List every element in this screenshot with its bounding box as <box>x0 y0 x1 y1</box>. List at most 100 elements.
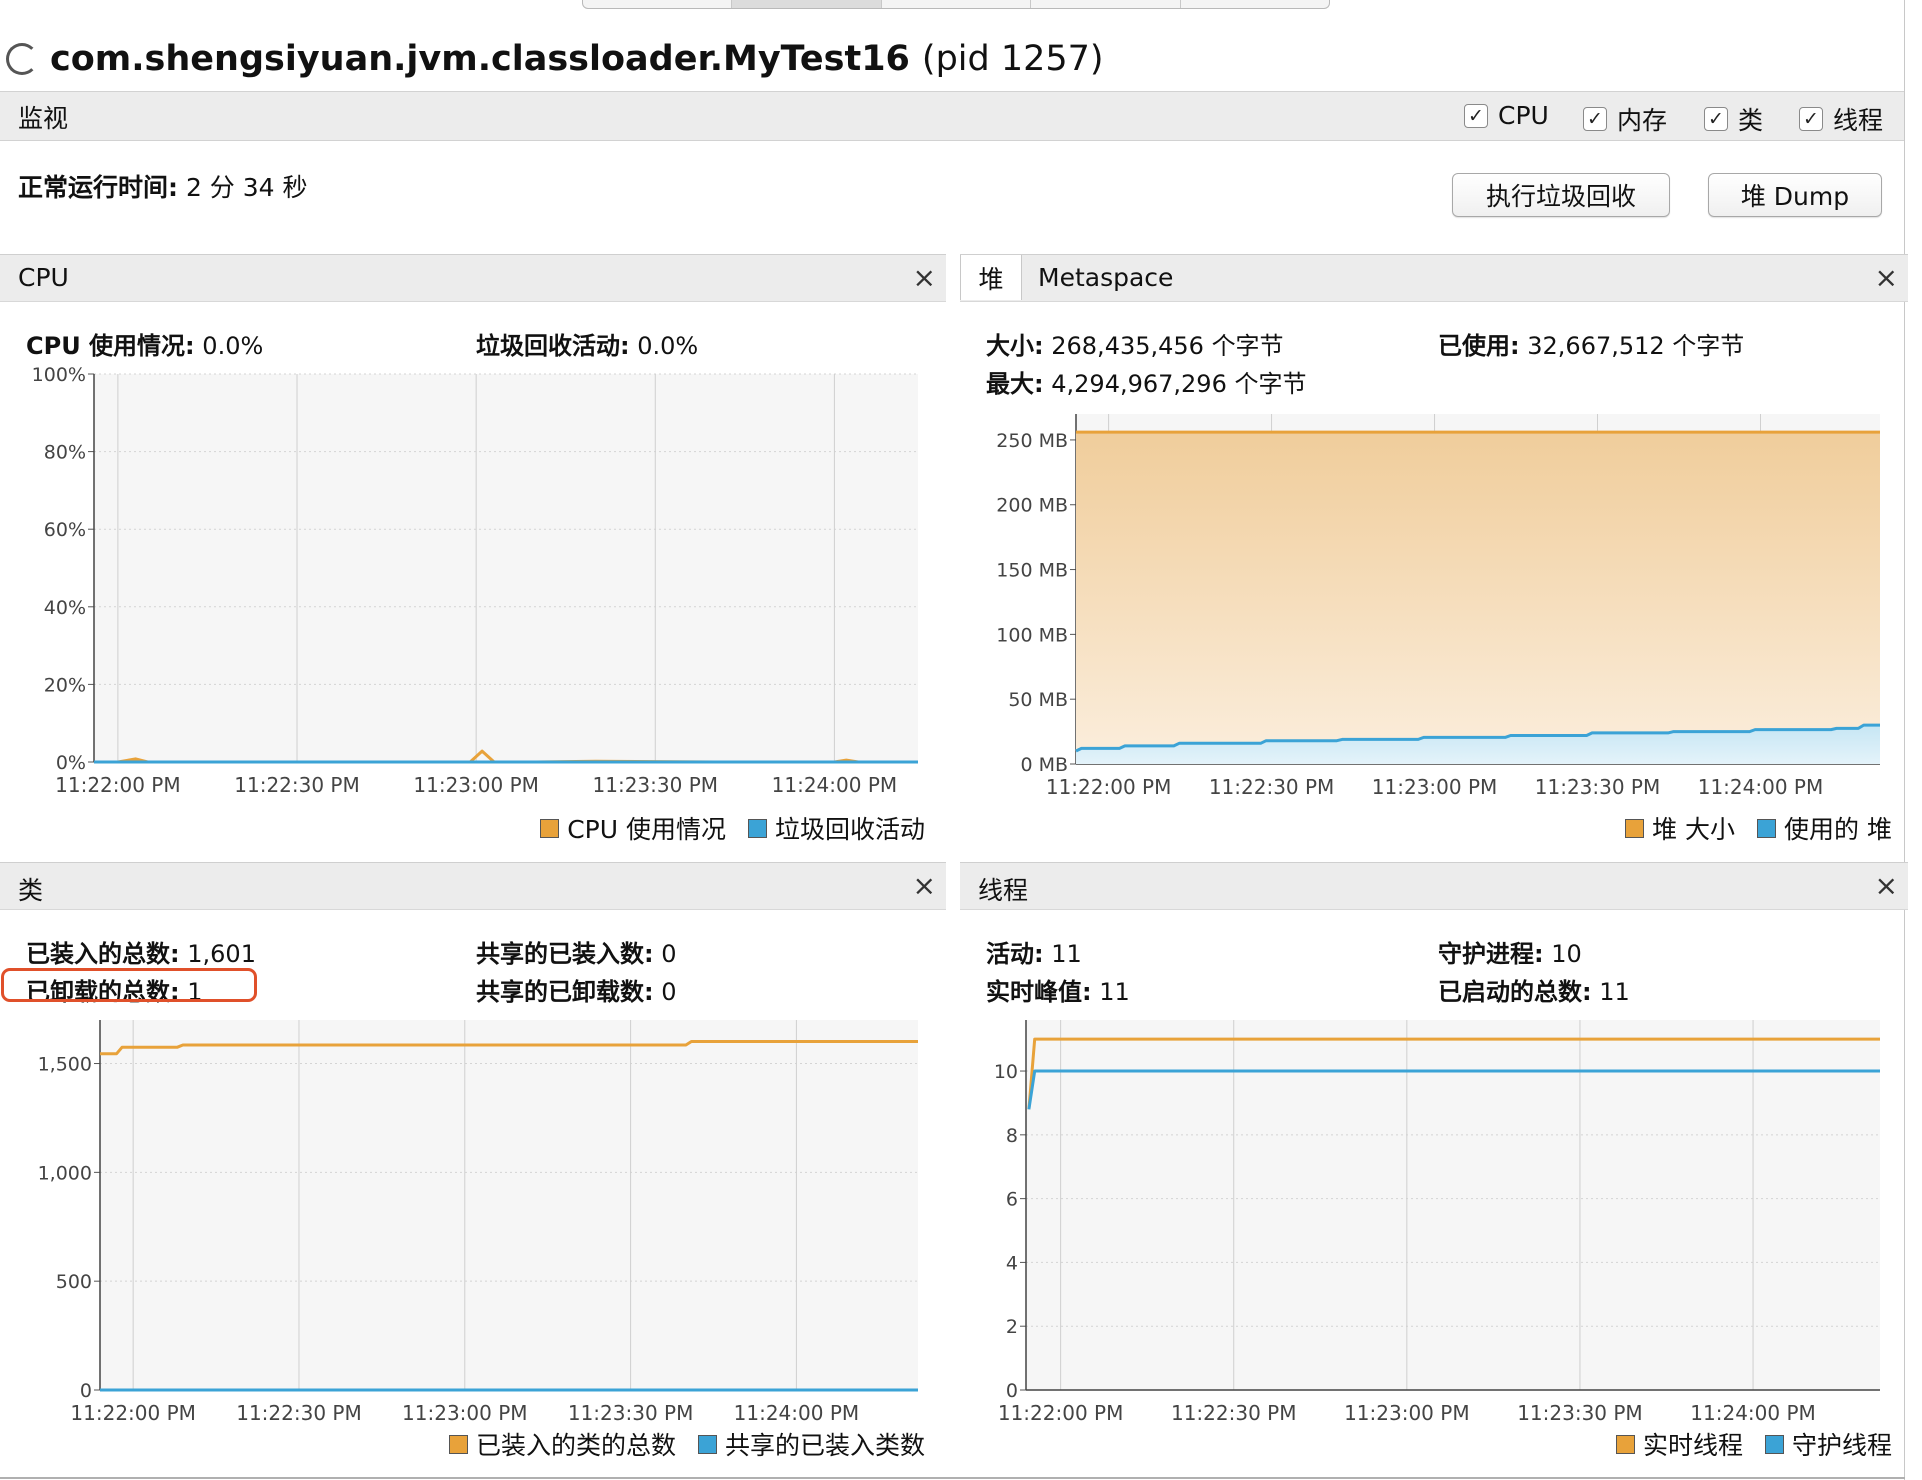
y-tick-label: 10 <box>994 1061 1018 1083</box>
loaded-total-value: 1,601 <box>187 940 256 968</box>
shared-unloaded-value: 0 <box>661 978 677 1006</box>
classes-chart: 0 500 1,000 1,500 11:22:00 PM 11:22:30 PM 11:2… <box>38 1020 918 1425</box>
x-tick-label: 11:24:00 PM <box>1690 1401 1816 1425</box>
y-tick-label: 80% <box>44 442 86 464</box>
x-tick-label: 11:23:30 PM <box>593 773 719 797</box>
legend-swatch-blue <box>1757 818 1777 838</box>
x-tick-label: 11:22:00 PM <box>55 773 181 797</box>
checkbox-check-icon[interactable]: ✓ <box>1464 103 1488 128</box>
tab-profiler[interactable] <box>1181 0 1329 8</box>
loading-spinner-icon <box>6 43 38 75</box>
x-tick-label: 11:23:00 PM <box>413 773 539 797</box>
x-tick-label: 11:23:00 PM <box>1344 1401 1470 1425</box>
classes-panel-title: 类 <box>18 876 44 905</box>
heap-dump-button[interactable]: 堆 Dump <box>1708 173 1882 217</box>
toolbar-tabs <box>582 0 1330 9</box>
legend-item: 堆 大小 <box>1625 810 1735 846</box>
uptime: 正常运行时间: 2 分 34 秒 <box>18 168 308 204</box>
daemon-threads-stat: 守护进程: 10 <box>1438 934 1582 969</box>
threads-panel-header: 线程 × <box>960 862 1908 910</box>
heap-chart: 0 MB 50 MB 100 MB 150 MB 200 MB 250 MB 11:22:0… <box>996 414 1880 799</box>
shared-unloaded-stat: 共享的已卸载数: 0 <box>476 972 677 1007</box>
x-tick-label: 11:24:00 PM <box>734 1401 860 1425</box>
cpu-panel-header: CPU × <box>0 254 946 302</box>
checkbox-check-icon[interactable]: ✓ <box>1583 107 1607 131</box>
legend-swatch-orange <box>540 818 560 838</box>
y-tick-label: 60% <box>44 519 86 541</box>
legend-swatch-orange <box>1615 1434 1635 1454</box>
y-tick-label: 20% <box>44 674 86 696</box>
started-threads-value: 11 <box>1599 978 1630 1006</box>
plot-area <box>94 374 918 762</box>
checkbox-threads[interactable]: ✓ 线程 <box>1799 101 1883 137</box>
app-title: com.shengsiyuan.jvm.classloader.MyTest16… <box>0 34 1104 84</box>
y-tick-label: 50 MB <box>1008 689 1068 711</box>
tab-overview[interactable] <box>583 0 733 8</box>
x-tick-label: 11:23:30 PM <box>1517 1401 1643 1425</box>
checkbox-check-icon[interactable]: ✓ <box>1704 107 1728 131</box>
peak-threads-value: 11 <box>1099 978 1130 1006</box>
checkbox-check-icon[interactable]: ✓ <box>1799 107 1823 131</box>
y-tick-label: 0 <box>80 1380 92 1402</box>
daemon-threads-label: 守护进程: <box>1438 940 1544 968</box>
legend-label: 堆 大小 <box>1652 815 1736 844</box>
y-tick-label: 2 <box>1006 1316 1018 1338</box>
shared-unloaded-label: 共享的已卸载数: <box>476 978 654 1006</box>
heap-legend: 堆 大小 使用的 堆 <box>1625 810 1892 846</box>
legend-label: 实时线程 <box>1642 1431 1743 1460</box>
checkbox-cpu[interactable]: ✓ CPU <box>1464 101 1549 130</box>
monitor-title: 监视 <box>18 104 69 133</box>
close-icon[interactable]: × <box>913 261 936 294</box>
legend-swatch-blue <box>1764 1434 1784 1454</box>
heap-size-value: 268,435,456 个字节 <box>1051 332 1284 360</box>
legend-item: 共享的已装入类数 <box>697 1426 925 1462</box>
legend-label: CPU 使用情况 <box>567 815 726 844</box>
heap-panel-header: 堆 Metaspace × <box>960 254 1908 302</box>
pid-label: (pid 1257) <box>921 39 1104 79</box>
legend-item: CPU 使用情况 <box>540 810 726 846</box>
window-bottom-edge <box>0 1477 1905 1479</box>
plot-area <box>1026 1020 1880 1390</box>
cpu-legend: CPU 使用情况 垃圾回收活动 <box>540 810 925 846</box>
live-threads-label: 活动: <box>986 940 1044 968</box>
shared-loaded-label: 共享的已装入数: <box>476 940 654 968</box>
x-tick-label: 11:22:30 PM <box>236 1401 362 1425</box>
live-threads-value: 11 <box>1051 940 1082 968</box>
checkbox-memory[interactable]: ✓ 内存 <box>1583 101 1667 137</box>
series-area-heap-size <box>1076 432 1880 764</box>
heap-size-label: 大小: <box>986 332 1044 360</box>
tab-threads[interactable] <box>882 0 1032 8</box>
legend-label: 已装入的类的总数 <box>475 1431 676 1460</box>
cpu-panel-title: CPU <box>18 263 69 292</box>
daemon-threads-value: 10 <box>1551 940 1582 968</box>
y-tick-label: 1,500 <box>38 1054 92 1076</box>
tab-heap[interactable]: 堆 <box>960 255 1022 300</box>
close-icon[interactable]: × <box>1875 261 1898 294</box>
legend-label: 共享的已装入类数 <box>724 1431 925 1460</box>
checkbox-cpu-label: CPU <box>1498 101 1549 130</box>
uptime-label: 正常运行时间: <box>18 173 178 202</box>
checkbox-classes[interactable]: ✓ 类 <box>1704 101 1763 137</box>
x-tick-label: 11:22:30 PM <box>1171 1401 1297 1425</box>
legend-item: 使用的 堆 <box>1757 810 1892 846</box>
tab-monitor[interactable] <box>732 0 882 8</box>
y-tick-label: 8 <box>1006 1125 1018 1147</box>
x-tick-label: 11:23:00 PM <box>1372 775 1498 799</box>
tab-sampler[interactable] <box>1031 0 1181 8</box>
heap-used-label: 已使用: <box>1438 332 1520 360</box>
y-tick-label: 40% <box>44 597 86 619</box>
heap-max-value: 4,294,967,296 个字节 <box>1051 370 1307 398</box>
gc-button[interactable]: 执行垃圾回收 <box>1452 173 1670 217</box>
peak-threads-stat: 实时峰值: 11 <box>986 972 1130 1007</box>
loaded-total-stat: 已装入的总数: 1,601 <box>26 934 256 969</box>
y-tick-label: 0% <box>56 752 86 774</box>
y-tick-label: 6 <box>1006 1189 1018 1211</box>
close-icon[interactable]: × <box>913 869 936 902</box>
y-tick-label: 200 MB <box>996 495 1068 517</box>
close-icon[interactable]: × <box>1875 869 1898 902</box>
cpu-chart: 0% 20% 40% 60% 80% 100% 11:22:00 PM 11:22:30 PM… <box>32 364 918 797</box>
checkbox-threads-label: 线程 <box>1833 106 1884 135</box>
y-tick-label: 1,000 <box>38 1162 92 1184</box>
tab-metaspace[interactable]: Metaspace <box>1038 263 1173 292</box>
started-threads-stat: 已启动的总数: 11 <box>1438 972 1630 1007</box>
